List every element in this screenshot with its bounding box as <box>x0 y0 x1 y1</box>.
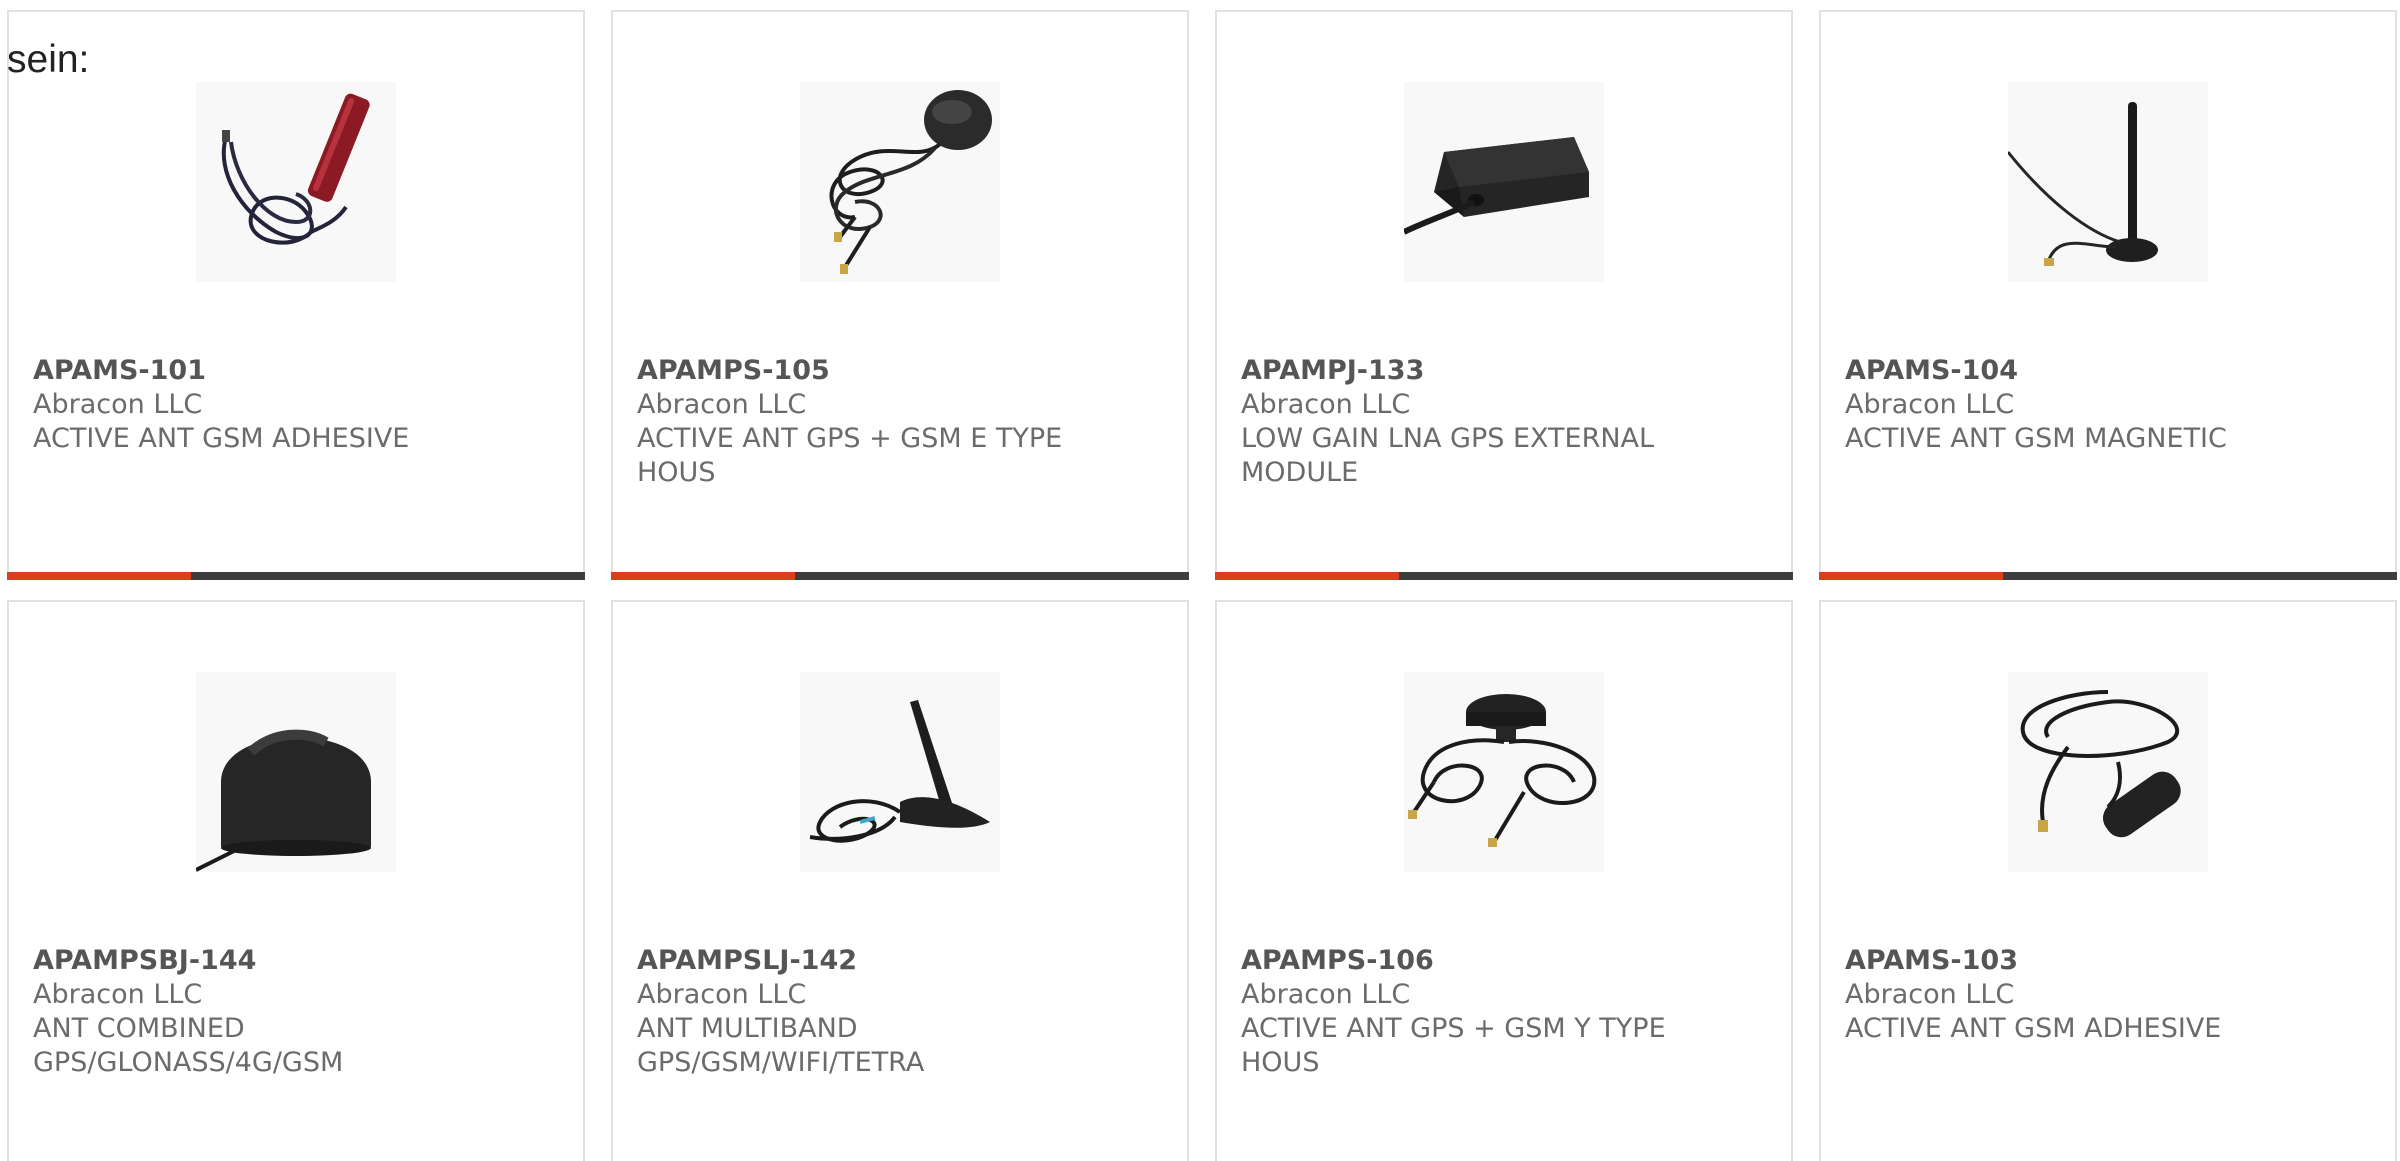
part-number-link[interactable]: APAMPJ-133 <box>1241 354 1681 388</box>
product-card[interactable]: APAMS-101 Abracon LLC ACTIVE ANT GSM ADH… <box>7 10 585 580</box>
description: ACTIVE ANT GPS + GSM E TYPE HOUS <box>637 423 1063 488</box>
product-info: APAMPSLJ-142 Abracon LLC ANT MULTIBAND G… <box>637 944 1077 1080</box>
shark-fin-antenna-icon[interactable] <box>800 672 1000 872</box>
manufacturer: Abracon LLC <box>1241 979 1411 1010</box>
product-card[interactable]: APAMPJ-133 Abracon LLC LOW GAIN LNA GPS … <box>1215 10 1793 580</box>
puck-antenna-with-cables-icon[interactable] <box>1404 672 1604 872</box>
card-accent <box>611 572 795 580</box>
flat-adhesive-antenna-icon[interactable] <box>2008 672 2208 872</box>
magnetic-whip-antenna-icon[interactable] <box>2008 82 2208 282</box>
card-footer-bar <box>1819 572 2397 580</box>
product-card[interactable]: APAMS-104 Abracon LLC ACTIVE ANT GSM MAG… <box>1819 10 2397 580</box>
product-card[interactable]: APAMPS-105 Abracon LLC ACTIVE ANT GPS + … <box>611 10 1189 580</box>
part-number-link[interactable]: APAMPS-106 <box>1241 944 1681 978</box>
product-card[interactable]: APAMPSLJ-142 Abracon LLC ANT MULTIBAND G… <box>611 600 1189 1161</box>
card-footer-bar <box>7 572 585 580</box>
gps-module-icon[interactable] <box>1404 82 1604 282</box>
product-info: APAMPS-105 Abracon LLC ACTIVE ANT GPS + … <box>637 354 1077 490</box>
product-info: APAMPJ-133 Abracon LLC LOW GAIN LNA GPS … <box>1241 354 1681 490</box>
product-card[interactable]: APAMPSBJ-144 Abracon LLC ANT COMBINED GP… <box>7 600 585 1161</box>
puck-antenna-with-cables-icon[interactable] <box>800 82 1000 282</box>
part-number-link[interactable]: APAMPSLJ-142 <box>637 944 1077 978</box>
manufacturer: Abracon LLC <box>33 979 203 1010</box>
description: ANT COMBINED GPS/GLONASS/4G/GSM <box>33 1013 344 1078</box>
manufacturer: Abracon LLC <box>637 389 807 420</box>
card-accent <box>1215 572 1399 580</box>
dome-antenna-icon[interactable] <box>196 672 396 872</box>
product-info: APAMPS-106 Abracon LLC ACTIVE ANT GPS + … <box>1241 944 1681 1080</box>
product-info: APAMS-103 Abracon LLC ACTIVE ANT GSM ADH… <box>1845 944 2285 1046</box>
manufacturer: Abracon LLC <box>1845 389 2015 420</box>
product-info: APAMS-104 Abracon LLC ACTIVE ANT GSM MAG… <box>1845 354 2285 456</box>
card-accent <box>7 572 191 580</box>
part-number-link[interactable]: APAMS-104 <box>1845 354 2285 388</box>
part-number-link[interactable]: APAMPSBJ-144 <box>33 944 473 978</box>
manufacturer: Abracon LLC <box>637 979 807 1010</box>
card-footer-bar <box>611 572 1189 580</box>
manufacturer: Abracon LLC <box>1241 389 1411 420</box>
part-number-link[interactable]: APAMS-103 <box>1845 944 2285 978</box>
card-accent <box>1819 572 2003 580</box>
description: ACTIVE ANT GSM ADHESIVE <box>33 423 410 454</box>
stick-antenna-with-cable-icon[interactable] <box>196 82 396 282</box>
manufacturer: Abracon LLC <box>33 389 203 420</box>
product-info: APAMPSBJ-144 Abracon LLC ANT COMBINED GP… <box>33 944 473 1080</box>
description: ACTIVE ANT GPS + GSM Y TYPE HOUS <box>1241 1013 1666 1078</box>
card-footer-bar <box>1215 572 1793 580</box>
product-info: APAMS-101 Abracon LLC ACTIVE ANT GSM ADH… <box>33 354 473 456</box>
description: ANT MULTIBAND GPS/GSM/WIFI/TETRA <box>637 1013 925 1078</box>
description: ACTIVE ANT GSM ADHESIVE <box>1845 1013 2222 1044</box>
manufacturer: Abracon LLC <box>1845 979 2015 1010</box>
part-number-link[interactable]: APAMPS-105 <box>637 354 1077 388</box>
intro-text: sein: <box>7 38 90 81</box>
part-number-link[interactable]: APAMS-101 <box>33 354 473 388</box>
product-card[interactable]: APAMPS-106 Abracon LLC ACTIVE ANT GPS + … <box>1215 600 1793 1161</box>
product-card[interactable]: APAMS-103 Abracon LLC ACTIVE ANT GSM ADH… <box>1819 600 2397 1161</box>
product-grid-page: sein: APAMS-101 Abracon LLC ACTIVE ANT G… <box>0 0 2400 1161</box>
description: ACTIVE ANT GSM MAGNETIC <box>1845 423 2227 454</box>
description: LOW GAIN LNA GPS EXTERNAL MODULE <box>1241 423 1655 488</box>
